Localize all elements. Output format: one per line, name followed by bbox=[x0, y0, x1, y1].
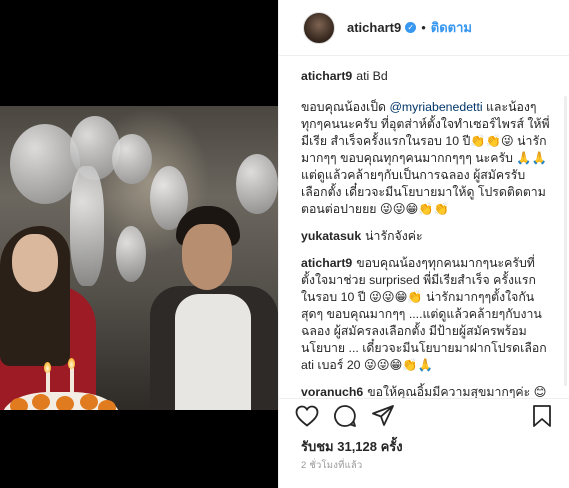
candle-flame bbox=[44, 362, 51, 373]
candle bbox=[46, 372, 50, 396]
comment-icon[interactable] bbox=[333, 404, 357, 428]
comment-text: ขอบคุณน้องๆทุกคนมากๆนะครับที่ตั้งใจมาช่ว… bbox=[301, 256, 547, 372]
caption-text: ati Bd bbox=[356, 69, 388, 83]
action-bar bbox=[279, 398, 569, 432]
post-media[interactable] bbox=[0, 0, 278, 488]
candle bbox=[70, 368, 74, 392]
post-timestamp[interactable]: 2 ชั่วโมงที่แล้ว bbox=[301, 458, 362, 473]
shirt bbox=[175, 294, 251, 410]
verified-badge-icon: ✓ bbox=[405, 22, 417, 33]
comments-scrollbar[interactable] bbox=[564, 96, 567, 386]
candle-flame bbox=[68, 358, 75, 369]
orange bbox=[98, 400, 116, 410]
orange bbox=[80, 394, 98, 410]
comment-username[interactable]: yukatasuk bbox=[301, 229, 361, 243]
balloon bbox=[112, 134, 152, 184]
comment-text: ขอบคุณน้องเป็ด bbox=[301, 100, 390, 114]
comment-item: ขอบคุณน้องเป็ด @myriabenedetti และน้องๆท… bbox=[301, 99, 550, 218]
comment-username[interactable]: atichart9 bbox=[301, 256, 352, 270]
caption: atichart9 ati Bd bbox=[301, 68, 550, 85]
header-username[interactable]: atichart9 bbox=[347, 20, 401, 35]
view-count[interactable]: รับชม 31,128 ครั้ง bbox=[301, 436, 403, 457]
balloon bbox=[70, 166, 104, 286]
orange bbox=[10, 398, 28, 410]
comment-text: และน้องๆทุกๆคนนะครับ ที่อุตส่าห์ตั้งใจทำ… bbox=[301, 100, 550, 216]
post-video[interactable] bbox=[0, 106, 278, 410]
avatar[interactable] bbox=[303, 11, 335, 44]
comment-item: voranuch6ขอให้คุณอิ้มมีความสุขมากๆค่ะ 😊😊 bbox=[301, 384, 550, 398]
comments-list[interactable]: atichart9 ati Bd ขอบคุณน้องเป็ด @myriaben… bbox=[279, 56, 569, 398]
follow-button[interactable]: ติดตาม bbox=[431, 17, 472, 38]
face bbox=[12, 234, 58, 292]
comment-item: yukatasuk น่ารักจังค่ะ bbox=[301, 228, 550, 245]
bookmark-icon[interactable] bbox=[530, 404, 554, 428]
balloon bbox=[236, 154, 278, 214]
caption-username[interactable]: atichart9 bbox=[301, 69, 352, 83]
post-sidebar: atichart9 ✓ • ติดตาม atichart9 ati Bd ขอบ… bbox=[278, 0, 569, 488]
share-icon[interactable] bbox=[371, 404, 395, 428]
orange bbox=[56, 396, 74, 410]
separator-dot: • bbox=[421, 20, 426, 35]
face bbox=[182, 224, 232, 290]
comment-text: น่ารักจังค่ะ bbox=[365, 229, 423, 243]
post-header: atichart9 ✓ • ติดตาม bbox=[279, 0, 569, 56]
mention-link[interactable]: @myriabenedetti bbox=[389, 100, 482, 114]
heart-icon[interactable] bbox=[295, 404, 319, 428]
comment-item: atichart9 ขอบคุณน้องๆทุกคนมากๆนะครับที่ตั… bbox=[301, 255, 550, 374]
comment-username[interactable]: voranuch6 bbox=[301, 385, 363, 398]
balloon bbox=[10, 124, 80, 204]
orange bbox=[32, 394, 50, 410]
balloon bbox=[116, 226, 146, 282]
